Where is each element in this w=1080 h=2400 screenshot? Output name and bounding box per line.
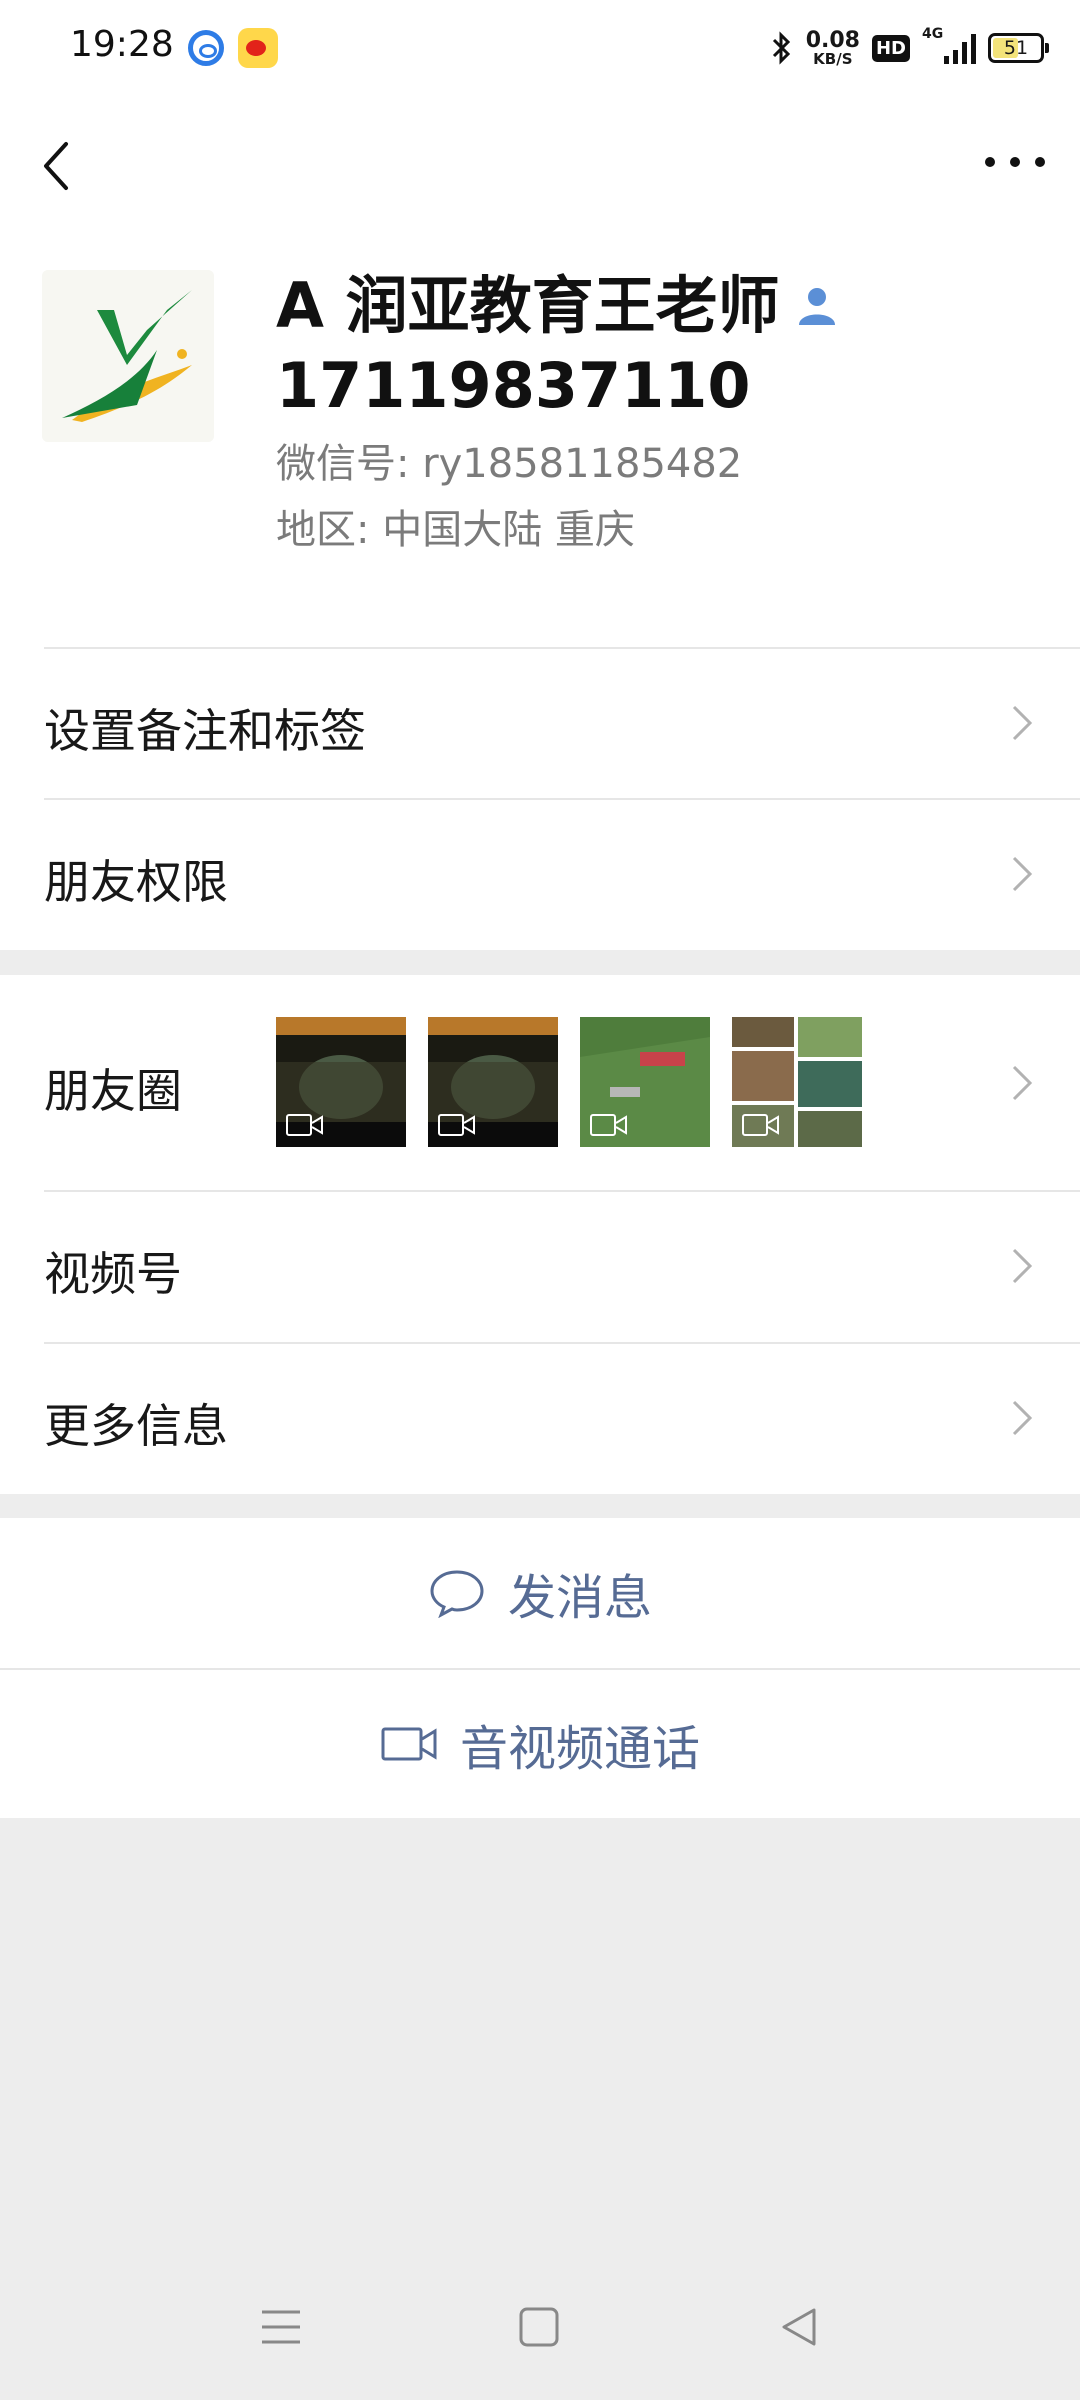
contact-name: A 润亚教育王老师: [276, 269, 780, 342]
battery-level: 51: [1003, 37, 1029, 59]
send-message-button[interactable]: 发消息: [0, 1518, 1080, 1668]
chevron-right-icon: [1012, 705, 1033, 741]
chevron-right-icon: [1012, 1065, 1033, 1101]
send-message-label: 发消息: [507, 1570, 652, 1626]
divider: [44, 647, 1080, 649]
divider: [44, 798, 1080, 800]
weibo-notification-icon: [238, 28, 278, 68]
channels-row[interactable]: 视频号: [0, 1190, 1080, 1342]
moments-thumbnail: [276, 1017, 406, 1147]
menu-icon[interactable]: [256, 2302, 306, 2352]
moments-thumbnails: [276, 1017, 862, 1147]
chat-bubble-icon: [430, 1570, 484, 1618]
moments-label: 朋友圈: [44, 1064, 182, 1118]
signal-icon: 4G: [922, 26, 976, 64]
av-call-label: 音视频通话: [459, 1721, 700, 1777]
moments-thumbnail: [428, 1017, 558, 1147]
video-icon: [438, 1114, 475, 1136]
status-time: 19:28: [70, 24, 174, 65]
home-icon[interactable]: [514, 2302, 564, 2352]
status-bar: 19:28 0.08 KB/S HD 4G 51: [0, 0, 1080, 96]
video-icon: [742, 1114, 779, 1136]
moments-thumbnail: [732, 1017, 862, 1147]
region: 地区: 中国大陆 重庆: [276, 507, 635, 553]
video-call-icon: [381, 1727, 437, 1761]
divider: [44, 1342, 1080, 1344]
profile-header: A 润亚教育王老师 17119837110 微信号: ry18581185482…: [0, 96, 1080, 950]
divider: [44, 1190, 1080, 1192]
name-line: A 润亚教育王老师: [276, 268, 840, 344]
moments-row[interactable]: 朋友圈: [0, 975, 1080, 1190]
chevron-right-icon: [1012, 1400, 1033, 1436]
remark-tags-label: 设置备注和标签: [44, 704, 366, 758]
network-speed-value: 0.08: [805, 27, 860, 53]
av-call-button[interactable]: 音视频通话: [0, 1668, 1080, 1818]
chevron-right-icon: [1012, 1248, 1033, 1284]
avatar[interactable]: [42, 270, 214, 442]
contact-phone: 17119837110: [276, 349, 751, 422]
more-info-row[interactable]: 更多信息: [0, 1342, 1080, 1494]
bluetooth-icon: [772, 31, 790, 65]
video-icon: [286, 1114, 323, 1136]
back-icon[interactable]: [30, 134, 86, 198]
network-speed: 0.08 KB/S: [805, 27, 860, 68]
battery-icon: 51: [988, 33, 1049, 63]
app-notification-icon: [188, 30, 224, 66]
chevron-right-icon: [1012, 856, 1033, 892]
moments-thumbnail: [580, 1017, 710, 1147]
network-speed-unit: KB/S: [813, 49, 853, 68]
person-icon: [798, 288, 835, 325]
wechat-id: 微信号: ry18581185482: [276, 441, 743, 487]
signal-bar: [944, 56, 949, 64]
hd-badge: HD: [871, 34, 910, 62]
signal-bar: [953, 50, 958, 64]
channels-label: 视频号: [44, 1247, 182, 1301]
network-type: 4G: [922, 26, 944, 42]
system-navigation-bar: [0, 2290, 1080, 2380]
back-triangle-icon[interactable]: [774, 2302, 824, 2352]
more-options-icon[interactable]: [980, 142, 1050, 182]
video-icon: [590, 1114, 627, 1136]
friend-permissions-row[interactable]: 朋友权限: [0, 798, 1080, 950]
friend-permissions-label: 朋友权限: [44, 855, 228, 909]
signal-bar: [962, 42, 967, 64]
status-indicators: 0.08 KB/S HD 4G 51: [770, 24, 1049, 72]
more-info-label: 更多信息: [44, 1399, 228, 1453]
signal-bar: [971, 34, 976, 64]
remark-tags-row[interactable]: 设置备注和标签: [0, 647, 1080, 798]
